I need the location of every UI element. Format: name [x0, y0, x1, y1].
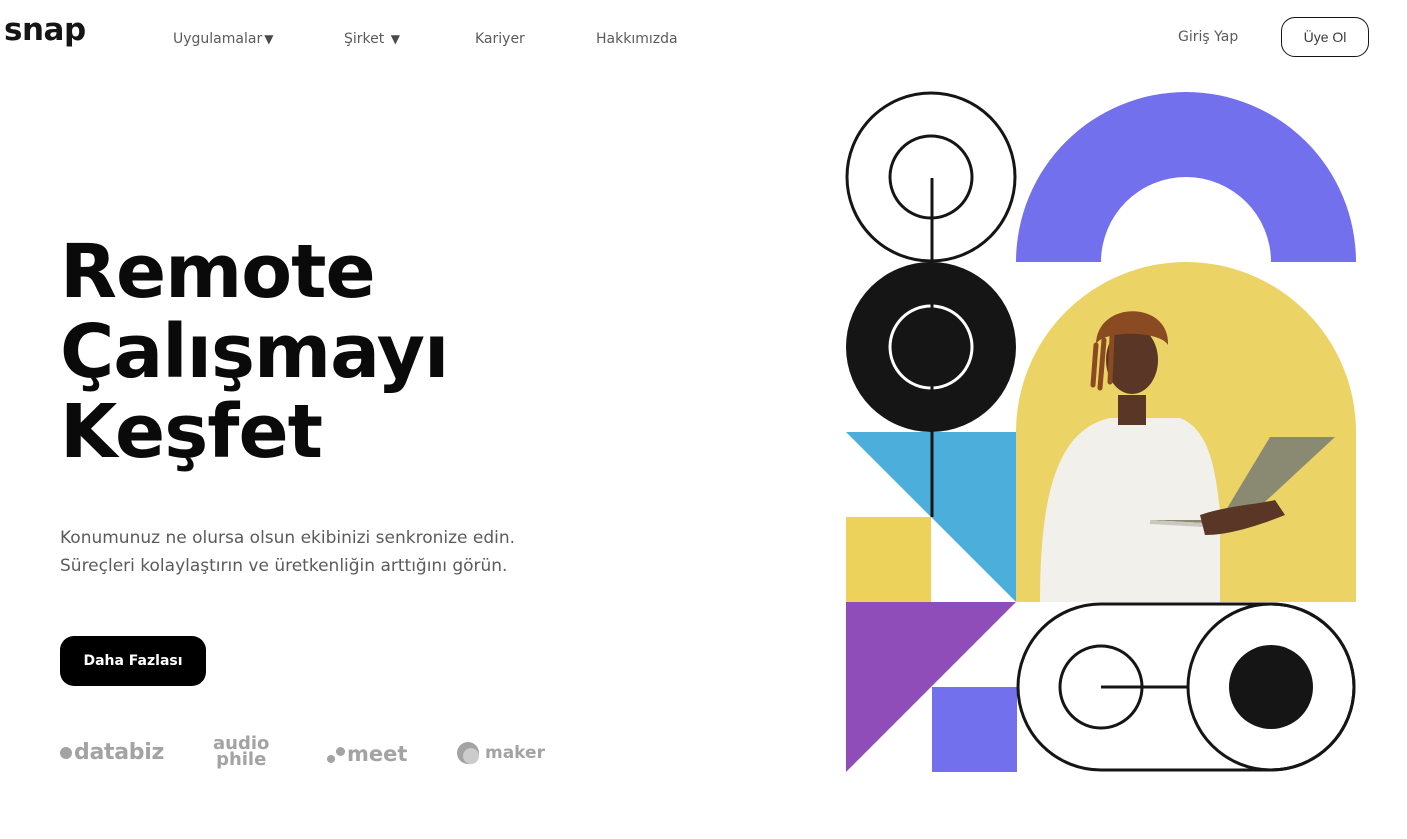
client-logo-audiophile: audio phile: [213, 735, 269, 770]
nav-item-apps[interactable]: Uygulamalar ▼: [173, 31, 273, 47]
maker-circle-icon: [457, 742, 479, 764]
nav-item-about[interactable]: Hakkımızda: [596, 31, 678, 47]
client-name-meet: meet: [347, 742, 408, 766]
hero-title-line: Keşfet: [60, 389, 323, 475]
nav-item-careers[interactable]: Kariyer: [475, 31, 525, 47]
hero-illustration: [845, 91, 1356, 772]
nav-label-company: Şirket: [344, 31, 385, 47]
hero-title-line: Çalışmayı: [60, 309, 449, 395]
chevron-down-icon: ▼: [390, 32, 400, 46]
nav-item-company[interactable]: Şirket ▼: [344, 31, 400, 47]
client-logo-databiz: databiz: [60, 740, 164, 765]
signup-button[interactable]: Üye Ol: [1281, 17, 1369, 57]
pill-shape: [1016, 602, 1356, 772]
nav-label-apps: Uygulamalar: [173, 31, 263, 47]
violet-arch-shape: [1016, 92, 1356, 262]
client-name-maker: maker: [485, 743, 545, 763]
landing-page: snap Uygulamalar ▼ Şirket ▼ Kariyer Hakkı…: [0, 0, 1407, 839]
client-logo-maker: maker: [457, 742, 545, 764]
client-logo-meet: meet: [327, 742, 407, 766]
hero-subtitle: Konumunuz ne olursa olsun ekibinizi senk…: [60, 524, 580, 580]
person-photo: [1016, 262, 1356, 602]
client-name-audiophile-bottom: phile: [216, 749, 267, 770]
hero-subtitle-line: Konumunuz ne olursa olsun ekibinizi senk…: [60, 528, 516, 548]
meet-dots-icon: [327, 745, 347, 765]
hero-title-line: Remote: [60, 229, 376, 315]
violet-square-shape: [932, 687, 1017, 772]
chevron-down-icon: ▼: [264, 32, 274, 46]
hero-title: Remote Çalışmayı Keşfet: [60, 229, 449, 475]
client-name-databiz: databiz: [74, 740, 164, 765]
databiz-dot-icon: [60, 747, 72, 759]
yellow-square-shape: [846, 517, 931, 602]
learn-more-button[interactable]: Daha Fazlası: [60, 636, 206, 686]
logo[interactable]: snap: [4, 12, 86, 48]
login-link[interactable]: Giriş Yap: [1178, 29, 1238, 45]
hero-subtitle-line: Süreçleri kolaylaştırın ve üretkenliğin …: [60, 556, 508, 576]
